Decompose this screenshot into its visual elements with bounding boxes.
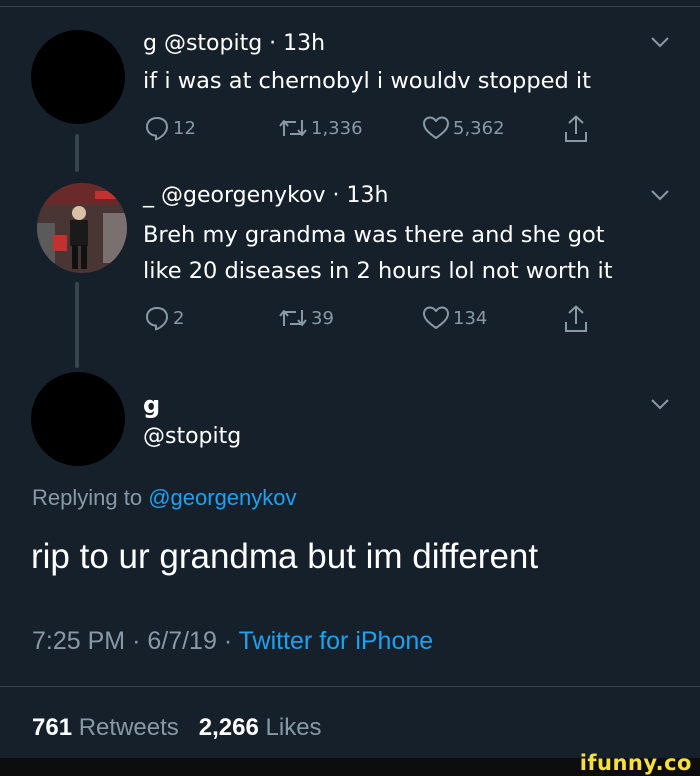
reply-button[interactable]: 2: [143, 304, 184, 332]
thread-line: [75, 282, 79, 368]
reply-icon: [146, 117, 168, 141]
display-name[interactable]: g: [143, 391, 160, 419]
tweet-date: 6/7/19: [147, 627, 217, 655]
avatar[interactable]: [31, 372, 125, 466]
mention-link[interactable]: @georgenykov: [148, 485, 296, 510]
display-name[interactable]: g: [143, 31, 157, 56]
likes-stat[interactable]: 2,266 Likes: [199, 714, 322, 741]
share-button[interactable]: [563, 114, 589, 144]
tweet-text-line-1: Breh my grandma was there and she got: [143, 222, 605, 248]
tweet-meta: 7:25 PM · 6/7/19 · Twitter for iPhone: [32, 627, 434, 655]
tweet-time: 7:25 PM: [32, 627, 126, 655]
retweet-icon: [279, 310, 307, 326]
user-handle[interactable]: @stopitg: [164, 31, 262, 56]
retweets-stat[interactable]: 761 Retweets: [32, 714, 179, 741]
tweet-header: g @stopitg · 13h: [143, 31, 326, 56]
client-link[interactable]: Twitter for iPhone: [239, 627, 434, 655]
user-handle[interactable]: @georgenykov: [161, 183, 326, 208]
display-name[interactable]: _: [143, 183, 154, 208]
chevron-down-icon[interactable]: [650, 189, 670, 201]
chevron-down-icon[interactable]: [650, 398, 670, 410]
like-icon: [423, 306, 449, 329]
tweet-stats: 761 Retweets 2,266 Likes: [32, 714, 322, 742]
retweet-button[interactable]: 39: [277, 304, 334, 332]
reply-count: 12: [173, 117, 196, 139]
reply-count: 2: [173, 307, 185, 329]
tweet-header: _ @georgenykov · 13h: [143, 183, 389, 208]
avatar-photo-icon: [37, 183, 127, 273]
like-count: 5,362: [453, 117, 505, 139]
retweet-count: 1,336: [311, 117, 363, 139]
tweet-time[interactable]: 13h: [283, 31, 325, 56]
tweet-actions: 12 1,336 5,362: [143, 114, 643, 142]
tweet-text: rip to ur grandma but im different: [31, 537, 539, 576]
like-button[interactable]: 5,362: [421, 114, 505, 142]
avatar-photo[interactable]: [37, 183, 127, 273]
tweet-text: if i was at chernobyl i wouldv stopped i…: [143, 68, 591, 94]
tweet-time[interactable]: 13h: [347, 183, 389, 208]
retweet-count: 39: [311, 307, 334, 329]
reply-button[interactable]: 12: [143, 114, 196, 142]
retweet-icon: [279, 120, 307, 136]
share-button[interactable]: [563, 304, 589, 334]
reply-icon: [146, 307, 168, 331]
like-icon: [423, 116, 449, 139]
divider: [0, 686, 700, 687]
like-count: 134: [453, 307, 488, 329]
thread-line: [75, 134, 79, 172]
share-icon: [565, 305, 587, 332]
watermark: ifunny.co: [579, 751, 692, 775]
replying-prefix: Replying to: [32, 485, 143, 510]
retweet-button[interactable]: 1,336: [277, 114, 363, 142]
chevron-down-icon[interactable]: [650, 36, 670, 48]
tweet-actions: 2 39 134: [143, 304, 643, 332]
avatar[interactable]: [31, 30, 125, 124]
user-handle[interactable]: @stopitg: [143, 424, 241, 449]
share-icon: [565, 115, 587, 142]
top-divider: [0, 6, 700, 7]
tweet-text-line-2: like 20 diseases in 2 hours lol not wort…: [143, 258, 613, 284]
like-button[interactable]: 134: [421, 304, 487, 332]
replying-to: Replying to @georgenykov: [32, 485, 297, 511]
